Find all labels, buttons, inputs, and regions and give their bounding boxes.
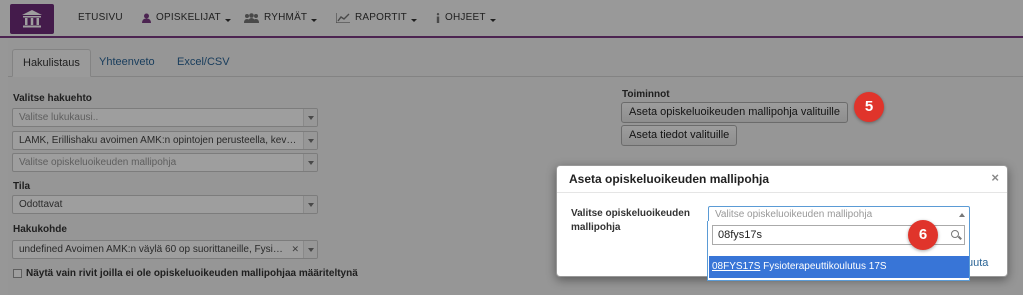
search-value: 08fys17s [718,229,763,241]
option-code: 08FYS17S [712,261,761,272]
modal-header: Aseta opiskeluoikeuden mallipohja × [557,166,1007,193]
template-select-placeholder: Valitse opiskeluoikeuden mallipohja [715,209,873,220]
option-name: Fysioterapeuttikoulutus 17S [763,261,887,272]
step-badge-6: 6 [908,220,938,250]
step-badge-5: 5 [854,92,884,122]
close-icon[interactable]: × [991,170,999,185]
modal-title: Aseta opiskeluoikeuden mallipohja [569,172,770,186]
chevron-up-icon [959,213,965,217]
dropdown-option[interactable]: 08FYS17S Fysioterapeuttikoulutus 17S [709,256,969,278]
footer-link[interactable]: uuta [967,257,988,269]
template-field-label: Valitse opiskeluoikeuden mallipohja [571,208,690,233]
search-icon [951,230,959,238]
